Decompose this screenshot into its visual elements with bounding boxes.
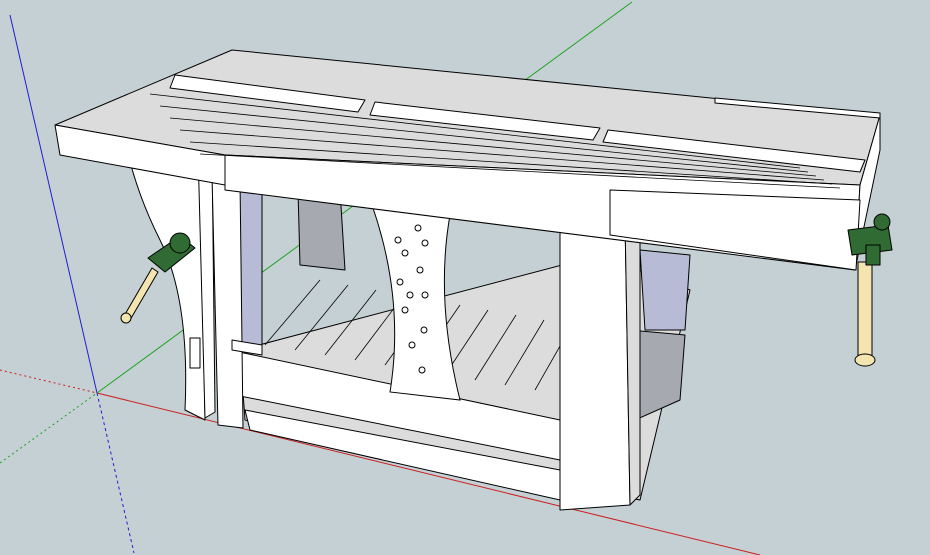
sketchup-viewport[interactable] [0, 0, 930, 555]
dog-hole [421, 239, 429, 247]
dog-hole [401, 249, 409, 257]
right-vise-screw [865, 244, 881, 266]
right-vise-hub [873, 213, 891, 231]
dog-hole [421, 291, 429, 299]
right-vise-handle [857, 261, 873, 358]
dog-hole [394, 236, 402, 244]
dog-hole [418, 366, 426, 374]
right-front-leg [559, 214, 641, 511]
workbench-model-canvas[interactable] [0, 0, 930, 555]
right-leg-face [559, 214, 631, 511]
dog-hole [396, 278, 404, 286]
dog-hole [414, 224, 422, 232]
left-vise-hub [169, 232, 191, 254]
dog-hole [406, 291, 414, 299]
left-handle-block [189, 337, 201, 369]
left-vise-handle-knob [120, 312, 132, 324]
back-right-leg [639, 249, 691, 331]
dog-hole [416, 266, 424, 274]
right-vise-handle-knob [854, 353, 876, 367]
dog-hole [420, 326, 428, 334]
dog-hole [408, 341, 416, 349]
dog-hole [401, 306, 409, 314]
